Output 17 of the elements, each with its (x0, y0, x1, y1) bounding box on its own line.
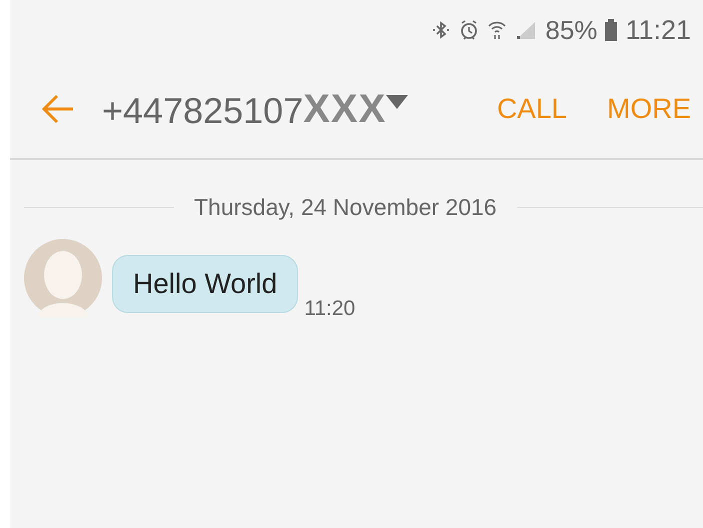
masked-digits: XXX (303, 89, 386, 129)
back-arrow-icon (41, 94, 75, 124)
signal-icon (515, 20, 538, 40)
header-action[interactable]: CALL (496, 88, 567, 130)
alarm-clock-icon (459, 19, 480, 41)
avatar-icon (24, 238, 102, 316)
clock-time: 11:21 (625, 16, 691, 44)
header-action[interactable]: MORE (607, 88, 691, 130)
message-bubble: Hello World (112, 254, 298, 312)
message-time: 11:20 (304, 296, 356, 322)
wifi-icon (487, 19, 508, 41)
phone-number: +447825107 (102, 93, 304, 129)
bluetooth-icon (431, 20, 452, 40)
battery-icon (605, 19, 618, 41)
dropdown-caret-icon (386, 95, 408, 109)
date-divider: Thursday, 24 November 2016 (193, 193, 498, 222)
battery-percentage: 85% (545, 17, 598, 43)
